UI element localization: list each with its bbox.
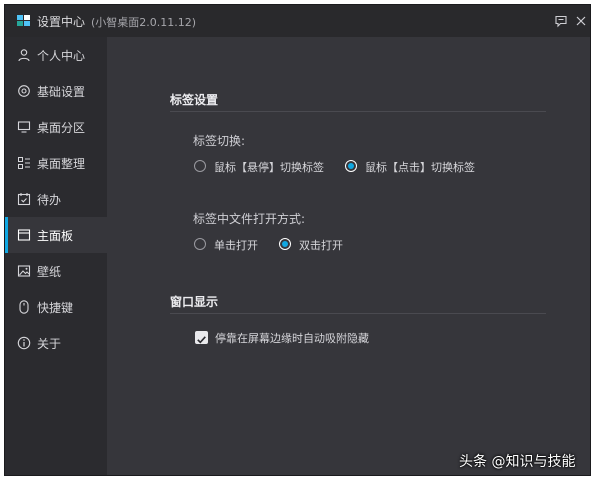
mouse-icon bbox=[19, 300, 29, 314]
radio-circle-checked bbox=[345, 160, 357, 172]
sidebar-item-desktop-partition[interactable]: 桌面分区 bbox=[5, 109, 107, 145]
file-open-mode-label: 标签中文件打开方式: bbox=[193, 212, 306, 226]
radio-hover-switch[interactable]: 鼠标【悬停】切换标签 bbox=[194, 158, 334, 176]
tab-switch-label: 标签切换: bbox=[193, 134, 246, 148]
checkbox-label: 停靠在屏幕边缘时自动吸附隐藏 bbox=[215, 332, 369, 345]
panel-icon bbox=[17, 229, 31, 241]
section-divider bbox=[170, 111, 546, 112]
sidebar-item-label: 关于 bbox=[37, 337, 62, 351]
radio-label: 鼠标【点击】切换标签 bbox=[365, 161, 475, 174]
window-display-title: 窗口显示 bbox=[170, 295, 219, 309]
radio-label: 鼠标【悬停】切换标签 bbox=[214, 161, 324, 174]
radio-circle bbox=[194, 160, 206, 172]
user-icon bbox=[18, 49, 30, 62]
radio-click-switch[interactable]: 鼠标【点击】切换标签 bbox=[345, 158, 485, 176]
sidebar-item-label: 壁纸 bbox=[37, 265, 62, 279]
sidebar-item-main-panel[interactable]: 主面板 bbox=[5, 217, 107, 253]
sidebar-item-label: 桌面分区 bbox=[37, 121, 86, 135]
checkbox-checked bbox=[195, 331, 208, 344]
radio-single-click-open[interactable]: 单击打开 bbox=[194, 236, 269, 254]
sidebar-item-about[interactable]: 关于 bbox=[5, 325, 107, 361]
organize-icon bbox=[18, 157, 30, 169]
title-bar[interactable]: 设置中心 (小智桌面2.0.11.12) bbox=[5, 5, 590, 37]
settings-content: 标签设置 标签切换: 鼠标【悬停】切换标签 鼠标【点击】切换标签 标签中文件打开… bbox=[107, 37, 590, 475]
tab-settings-title: 标签设置 bbox=[170, 93, 219, 107]
image-icon bbox=[17, 265, 31, 277]
info-icon bbox=[17, 336, 31, 350]
sidebar: 个人中心 基础设置 桌面分区 桌面整理 待办 主面板 壁纸 快捷键 关于 bbox=[5, 37, 107, 475]
radio-circle-checked bbox=[279, 238, 291, 250]
sidebar-item-label: 待办 bbox=[37, 193, 62, 207]
sidebar-item-label: 主面板 bbox=[37, 229, 74, 243]
sidebar-item-label: 快捷键 bbox=[37, 301, 74, 315]
gear-icon bbox=[18, 85, 30, 97]
sidebar-item-wallpaper[interactable]: 壁纸 bbox=[5, 253, 107, 289]
app-version: (小智桌面2.0.11.12) bbox=[91, 16, 197, 29]
close-icon[interactable] bbox=[571, 11, 591, 31]
sidebar-item-label: 个人中心 bbox=[37, 49, 86, 63]
sidebar-item-todo[interactable]: 待办 bbox=[5, 181, 107, 217]
radio-circle bbox=[194, 238, 206, 250]
sidebar-item-label: 桌面整理 bbox=[37, 157, 86, 171]
message-icon[interactable] bbox=[551, 11, 571, 31]
app-logo-icon bbox=[17, 15, 30, 26]
calendar-check-icon bbox=[17, 193, 31, 206]
app-title: 设置中心 bbox=[37, 15, 86, 29]
watermark: 头条 @知识与技能 bbox=[459, 454, 576, 470]
sidebar-item-desktop-organize[interactable]: 桌面整理 bbox=[5, 145, 107, 181]
window-title: 设置中心 (小智桌面2.0.11.12) bbox=[37, 13, 196, 30]
monitor-icon bbox=[17, 121, 31, 133]
radio-label: 单击打开 bbox=[214, 239, 258, 252]
radio-double-click-open[interactable]: 双击打开 bbox=[279, 236, 354, 254]
sidebar-item-label: 基础设置 bbox=[37, 85, 86, 99]
sidebar-item-personal-center[interactable]: 个人中心 bbox=[5, 37, 107, 73]
sidebar-item-basic-settings[interactable]: 基础设置 bbox=[5, 73, 107, 109]
radio-label: 双击打开 bbox=[299, 239, 343, 252]
auto-hide-checkbox[interactable]: 停靠在屏幕边缘时自动吸附隐藏 bbox=[195, 329, 385, 347]
settings-window: 设置中心 (小智桌面2.0.11.12) 个人中心 基础设置 桌面分区 桌面整理 … bbox=[4, 4, 591, 476]
section-divider bbox=[170, 313, 546, 314]
sidebar-item-hotkeys[interactable]: 快捷键 bbox=[5, 289, 107, 325]
check-icon bbox=[197, 336, 206, 344]
